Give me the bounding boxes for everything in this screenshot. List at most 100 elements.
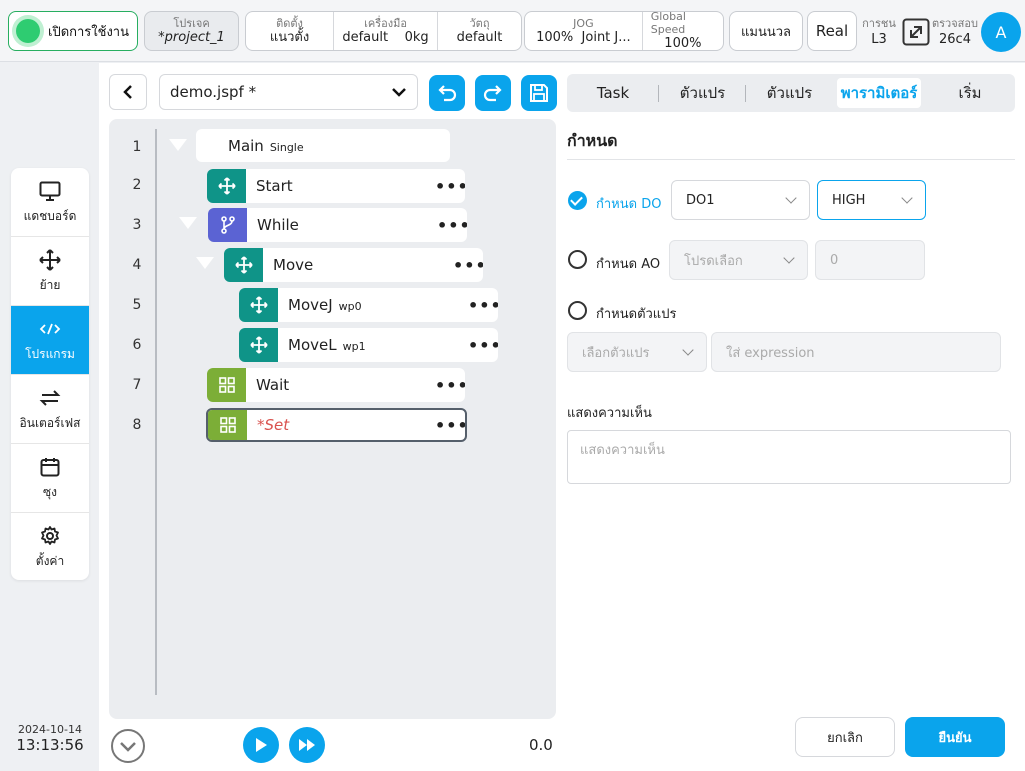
- file-select[interactable]: demo.jspf *: [159, 74, 418, 110]
- sidebar-item-settings[interactable]: ตั้งค่า: [11, 513, 89, 580]
- node-more-button[interactable]: •••: [468, 336, 498, 355]
- ao-port-select[interactable]: โปรดเลือก: [669, 240, 808, 280]
- grid-icon: [208, 410, 247, 440]
- section-title: กำหนด: [567, 131, 618, 150]
- program-editor-panel: demo.jspf * 1 2 3 4 5 6 7 8 Main Single: [99, 63, 564, 771]
- tree-node-wait[interactable]: Wait •••: [207, 368, 465, 402]
- move-arrows-icon: [239, 328, 278, 362]
- variable-select[interactable]: เลือกตัวแปร: [567, 332, 707, 372]
- tree-node-while[interactable]: While •••: [208, 208, 467, 242]
- install-tool-object-panel[interactable]: ติดตั้ง แนวตั้ง เครื่องมือ default 0kg ว…: [245, 11, 522, 51]
- power-label: เปิดการใช้งาน: [48, 24, 129, 40]
- tab-variables-2[interactable]: ตัวแปร: [746, 74, 833, 112]
- inspection-status[interactable]: ตรวจสอบ 26c4: [932, 14, 978, 47]
- tab-label: ตัวแปร: [679, 84, 726, 102]
- move-arrows-icon: [239, 288, 278, 322]
- step-forward-button[interactable]: [289, 727, 325, 763]
- project-selector[interactable]: โปรเจค *project_1: [144, 11, 239, 51]
- object-cell[interactable]: วัตถุ default: [438, 12, 521, 50]
- tree-node-start[interactable]: Start •••: [207, 169, 465, 203]
- tab-bar: Task ตัวแปร ตัวแปร พารามิเตอร์ เริ่ม: [567, 74, 1015, 112]
- node-more-button[interactable]: •••: [437, 216, 467, 235]
- play-button[interactable]: [243, 727, 279, 763]
- power-toggle-button[interactable]: เปิดการใช้งาน: [8, 11, 138, 51]
- real-mode-button[interactable]: Real: [807, 11, 857, 51]
- cancel-button[interactable]: ยกเลิก: [795, 717, 895, 757]
- node-more-button[interactable]: •••: [453, 256, 483, 275]
- tree-node-move[interactable]: Move •••: [224, 248, 483, 282]
- jog-mode: Joint J...: [581, 29, 631, 45]
- manual-mode-button[interactable]: แมนนวล: [729, 11, 803, 51]
- collision-value: L3: [871, 32, 887, 47]
- confirm-button[interactable]: ยืนยัน: [905, 717, 1005, 757]
- global-speed-value: 100%: [664, 36, 702, 51]
- tab-parameters[interactable]: พารามิเตอร์: [833, 74, 925, 112]
- redo-button[interactable]: [475, 75, 511, 111]
- file-name: demo.jspf *: [170, 83, 257, 101]
- chevron-down-icon: [392, 88, 406, 97]
- jog-cell[interactable]: JOG 100% Joint J...: [525, 12, 643, 50]
- global-speed-cell[interactable]: Global Speed 100%: [643, 10, 723, 51]
- swap-icon: [39, 386, 61, 410]
- comment-textarea[interactable]: แสดงความเห็น: [567, 430, 1011, 484]
- set-variable-radio[interactable]: [568, 301, 587, 320]
- expand-icon[interactable]: [902, 18, 930, 46]
- inspection-key: ตรวจสอบ: [932, 17, 978, 30]
- expression-input[interactable]: ใส่ expression: [711, 332, 1001, 372]
- back-button[interactable]: [109, 74, 147, 110]
- node-more-button[interactable]: •••: [435, 416, 465, 435]
- collapse-main-toggle[interactable]: [169, 139, 187, 151]
- tree-node-movej[interactable]: MoveJ wp0 •••: [239, 288, 498, 322]
- tab-task[interactable]: Task: [567, 74, 659, 112]
- node-label: While: [257, 216, 299, 234]
- node-more-button[interactable]: •••: [468, 296, 498, 315]
- inspection-value: 26c4: [939, 32, 971, 47]
- branch-icon: [208, 208, 247, 242]
- clock-time: 13:13:56: [16, 736, 84, 754]
- node-label: Main: [228, 136, 264, 155]
- undo-button[interactable]: [429, 75, 465, 111]
- install-cell[interactable]: ติดตั้ง แนวตั้ง: [246, 12, 334, 50]
- tree-node-set[interactable]: *Set •••: [206, 408, 467, 442]
- sidebar-item-interface[interactable]: อินเตอร์เฟส: [11, 375, 89, 444]
- chevron-down-icon: [682, 344, 694, 356]
- node-more-button[interactable]: •••: [435, 376, 465, 395]
- fast-forward-icon: [299, 739, 315, 751]
- tree-guide-line: [155, 129, 157, 695]
- sidebar-item-program[interactable]: โปรแกรม: [11, 306, 89, 375]
- tree-node-movel[interactable]: MoveL wp1 •••: [239, 328, 498, 362]
- do-level-select[interactable]: HIGH: [817, 180, 926, 220]
- chevron-down-icon: [901, 192, 913, 204]
- sidebar-item-log[interactable]: ซุง: [11, 444, 89, 513]
- node-label: Move: [273, 256, 314, 274]
- avatar[interactable]: A: [981, 12, 1021, 52]
- node-more-button[interactable]: •••: [435, 177, 465, 196]
- collapse-while-toggle[interactable]: [179, 217, 197, 229]
- set-do-radio[interactable]: [568, 191, 587, 210]
- tool-key: เครื่องมือ: [364, 16, 407, 30]
- line-number: 5: [132, 297, 142, 313]
- do-port-select[interactable]: DO1: [671, 180, 810, 220]
- collision-level[interactable]: การชน L3: [860, 14, 898, 47]
- grid-icon: [207, 368, 246, 402]
- jog-percent: 100%: [536, 29, 574, 45]
- scroll-down-button[interactable]: [110, 728, 146, 764]
- tab-variables[interactable]: ตัวแปร: [659, 74, 746, 112]
- sidebar-item-dashboard[interactable]: แดชบอร์ด: [11, 168, 89, 237]
- set-do-label: กำหนด DO: [596, 197, 662, 212]
- tab-start[interactable]: เริ่ม: [925, 74, 1015, 112]
- line-number: 8: [132, 417, 142, 433]
- tree-node-main[interactable]: Main Single: [196, 129, 450, 162]
- object-key: วัตถุ: [469, 16, 490, 30]
- set-ao-radio[interactable]: [568, 250, 587, 269]
- comment-label: แสดงความเห็น: [567, 406, 652, 421]
- save-button[interactable]: [521, 75, 557, 111]
- sidebar-item-label: แดชบอร์ด: [23, 208, 77, 223]
- object-value: default: [456, 29, 503, 45]
- collapse-move-toggle[interactable]: [196, 257, 214, 269]
- node-label: MoveJ wp0: [288, 296, 468, 314]
- jog-speed-panel[interactable]: JOG 100% Joint J... Global Speed 100%: [524, 10, 724, 51]
- ao-value-input[interactable]: 0: [815, 240, 925, 280]
- sidebar-item-move[interactable]: ย้าย: [11, 237, 89, 306]
- tool-cell[interactable]: เครื่องมือ default 0kg: [334, 12, 438, 50]
